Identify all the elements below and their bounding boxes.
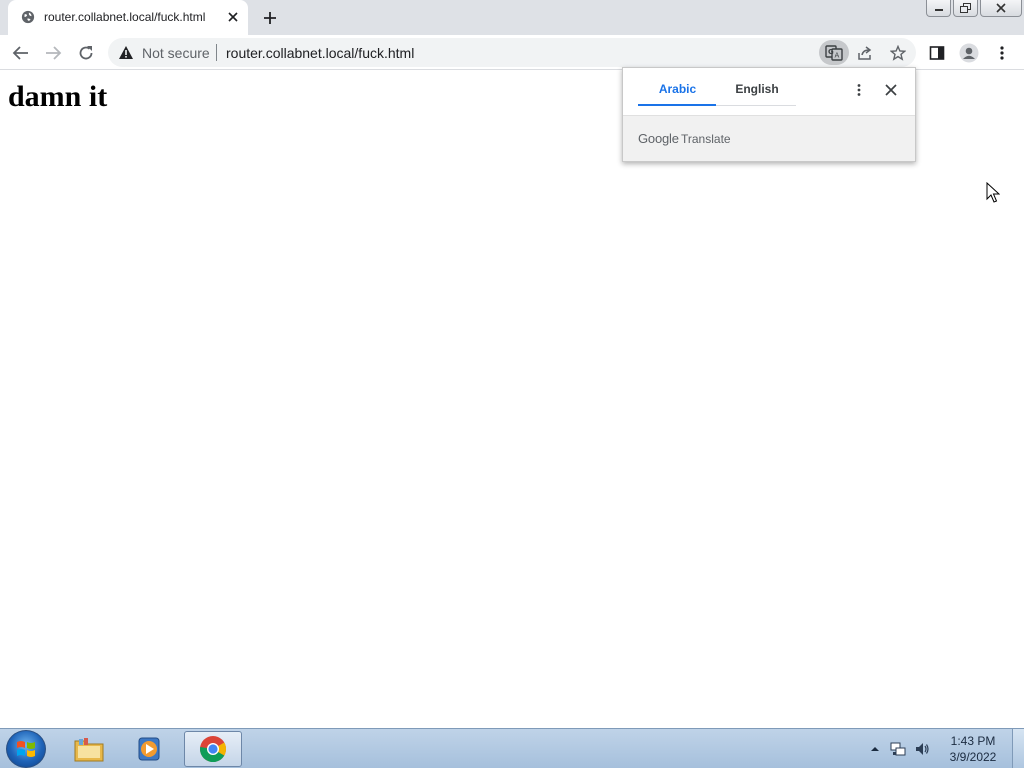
chevron-up-icon [871, 747, 879, 751]
kebab-menu-icon [1000, 46, 1004, 60]
svg-text:A: A [835, 51, 840, 59]
bookmark-button[interactable] [889, 44, 907, 62]
tab-title: router.collabnet.local/fuck.html [44, 10, 206, 24]
close-window-button[interactable] [980, 0, 1022, 17]
forward-arrow-icon [46, 46, 62, 60]
back-button[interactable] [10, 42, 32, 64]
mouse-cursor-icon [986, 182, 1000, 203]
media-player-icon [138, 737, 160, 761]
translate-label: Translate [681, 132, 731, 146]
new-tab-icon[interactable] [260, 8, 280, 28]
clock-date[interactable]: 3/9/2022 [940, 750, 1006, 764]
restore-icon [959, 2, 971, 13]
browser-toolbar: Not secure router.collabnet.local/fuck.h… [0, 35, 1024, 70]
side-panel-icon [929, 46, 945, 60]
minimize-icon [934, 9, 943, 11]
close-icon [996, 3, 1006, 13]
translate-footer: Google Translate [623, 115, 915, 161]
show-hidden-icons-button[interactable] [867, 741, 883, 757]
tab-source-language[interactable]: Arabic [639, 82, 716, 96]
close-icon [885, 84, 897, 96]
security-label[interactable]: Not secure [142, 45, 210, 61]
share-button[interactable] [856, 44, 874, 62]
chrome-menu-button[interactable] [991, 42, 1013, 64]
svg-text:G: G [828, 48, 834, 56]
browser-titlebar: router.collabnet.local/fuck.html [0, 0, 1024, 35]
clock-time[interactable]: 1:43 PM [940, 734, 1006, 748]
taskbar-media-player[interactable] [120, 731, 178, 767]
reload-button[interactable] [75, 42, 97, 64]
address-bar[interactable]: Not secure router.collabnet.local/fuck.h… [108, 38, 916, 67]
taskbar-chrome[interactable] [184, 731, 242, 767]
back-arrow-icon [12, 46, 28, 60]
taskbar: 1:43 PM 3/9/2022 [0, 728, 1024, 768]
profile-button[interactable] [958, 42, 980, 64]
translate-bubble: Arabic English Google Translate [622, 67, 916, 162]
forward-button[interactable] [42, 42, 64, 64]
chrome-icon [200, 736, 227, 763]
translate-button[interactable]: G A [819, 40, 849, 65]
star-icon [890, 45, 906, 61]
google-logo-text: Google [638, 131, 679, 146]
restore-button[interactable] [953, 0, 978, 17]
taskbar-file-explorer[interactable] [60, 731, 118, 767]
url-text[interactable]: router.collabnet.local/fuck.html [226, 45, 414, 61]
browser-tab[interactable]: router.collabnet.local/fuck.html [8, 0, 248, 35]
page-heading: damn it [8, 80, 108, 113]
volume-tray-button[interactable] [914, 741, 930, 757]
translate-options-button[interactable] [851, 82, 867, 98]
translate-icon: G A [825, 44, 843, 61]
window-controls [926, 0, 1024, 18]
omnibox-separator [216, 44, 217, 61]
profile-icon [959, 43, 979, 63]
side-panel-button[interactable] [926, 42, 948, 64]
globe-icon [21, 10, 35, 24]
warning-icon[interactable] [118, 45, 134, 60]
active-tab-indicator [638, 104, 716, 106]
file-explorer-icon [74, 738, 104, 762]
show-desktop-button[interactable] [1012, 729, 1024, 768]
kebab-menu-icon [857, 84, 861, 96]
windows-logo-icon [17, 741, 35, 757]
tab-close-icon[interactable] [226, 10, 240, 24]
network-tray-button[interactable] [890, 741, 906, 757]
reload-icon [79, 46, 93, 60]
speaker-icon [916, 743, 929, 755]
network-icon [890, 742, 906, 756]
translate-close-button[interactable] [883, 82, 899, 98]
share-icon [858, 46, 872, 60]
tab-divider [716, 105, 796, 106]
minimize-button[interactable] [926, 0, 951, 17]
tab-target-language[interactable]: English [717, 82, 797, 96]
start-button[interactable] [6, 730, 46, 768]
